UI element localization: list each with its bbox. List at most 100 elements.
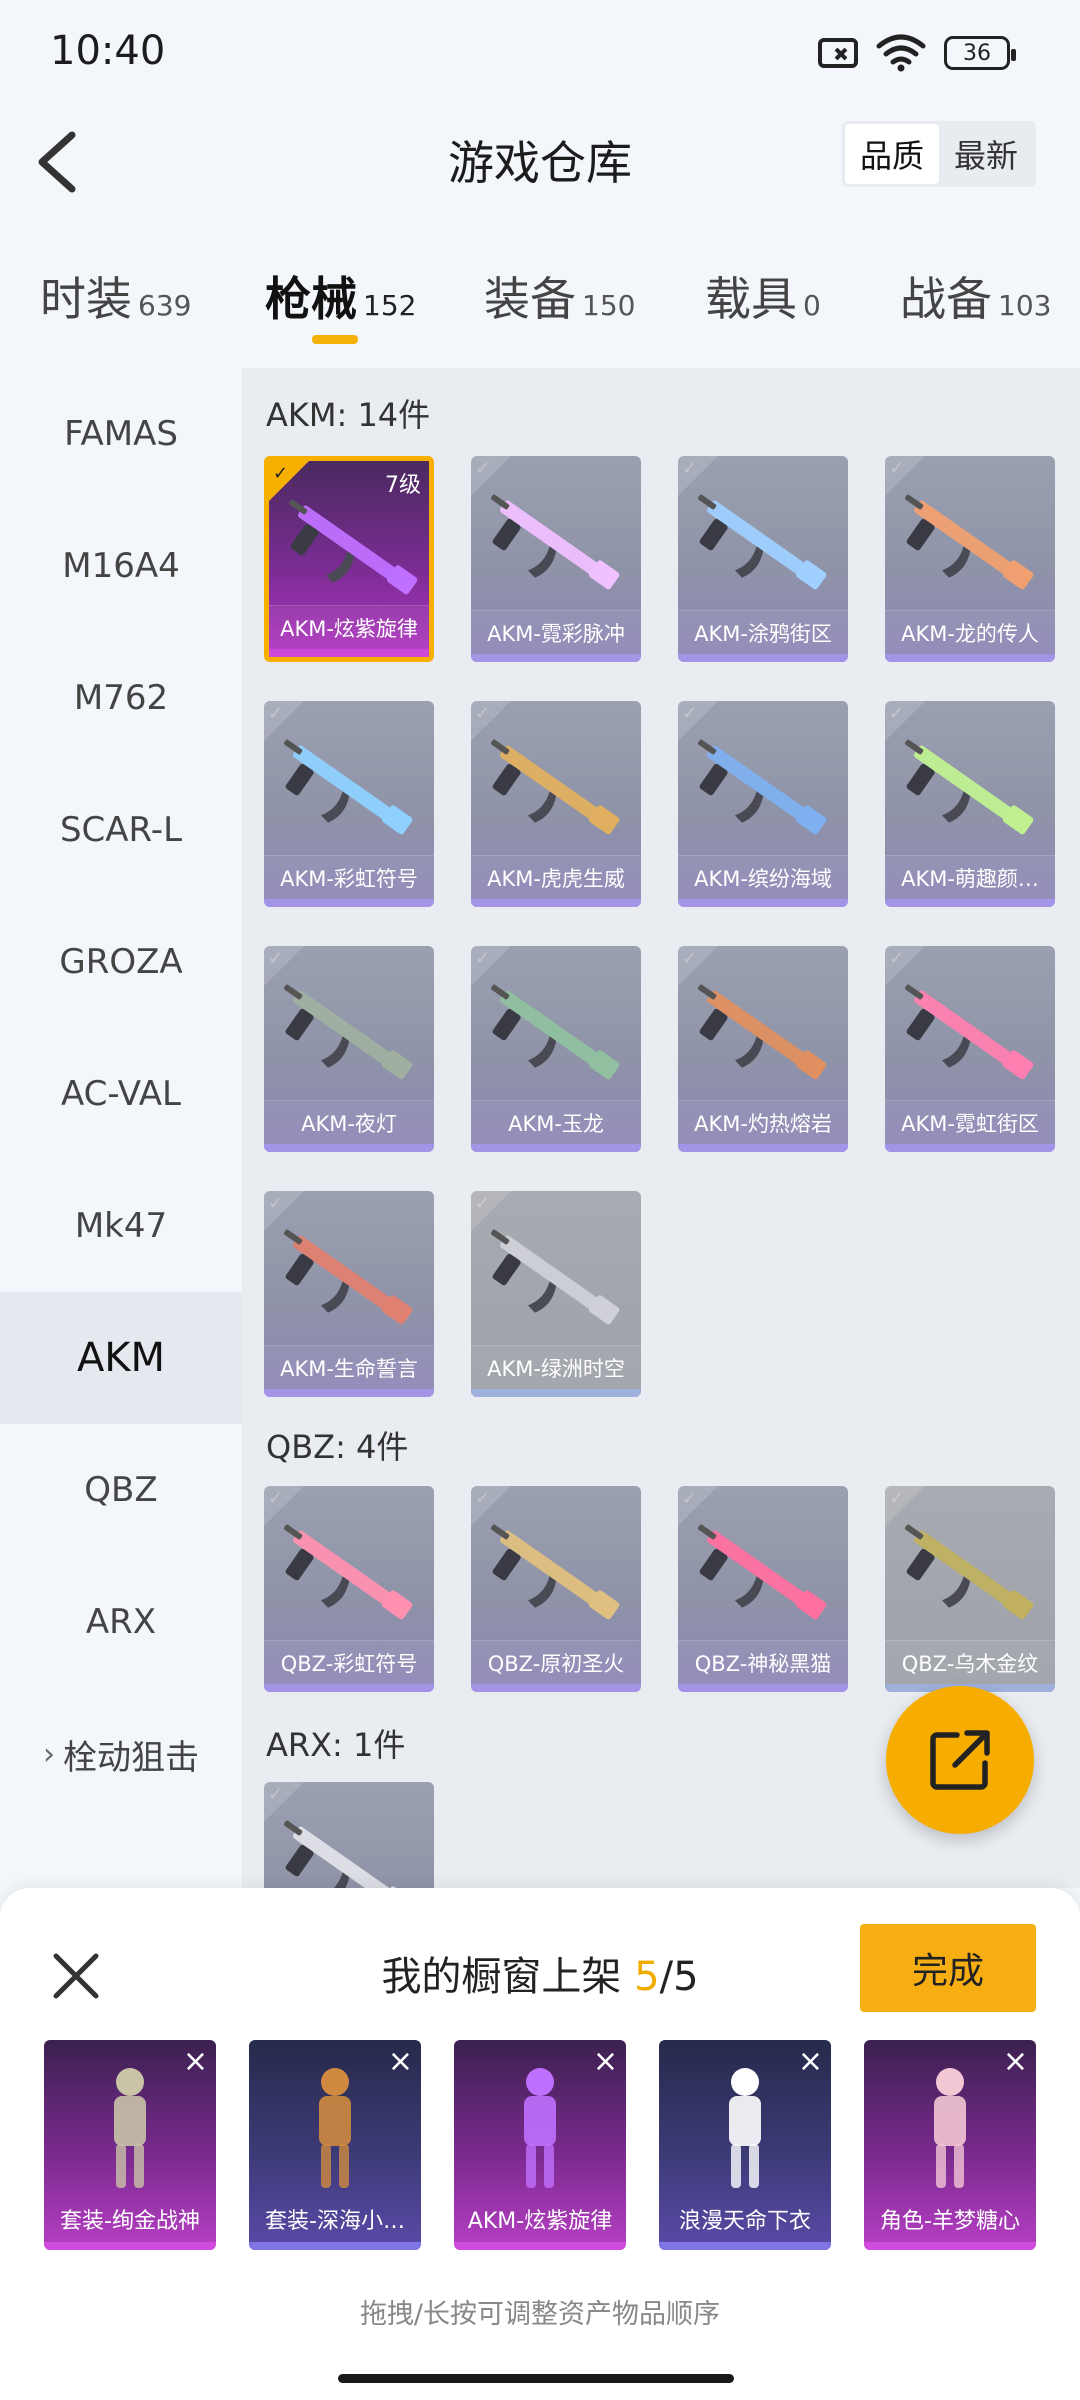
home-indicator[interactable] (338, 2374, 734, 2383)
sidebar-item-label: 栓动狙击 (63, 1737, 199, 1778)
showcase-item-name: 套装-深海小… (265, 2209, 405, 2234)
sidebar-item-m16a4[interactable]: M16A4 (0, 500, 242, 632)
gun-skin-image (895, 966, 1045, 1106)
tab-underline (312, 335, 358, 344)
sidebar-item-m762[interactable]: M762 (0, 632, 242, 764)
tab-count: 639 (138, 289, 192, 322)
skin-card[interactable]: ✓ AKM-绿洲时空 (471, 1191, 641, 1397)
sort-quality-button[interactable]: 品质 (845, 124, 939, 184)
showcase-slot[interactable]: × 套装-绚金战神 (44, 2040, 216, 2250)
item-image (675, 2056, 815, 2196)
showcase-slot[interactable]: × AKM-炫紫旋律 (454, 2040, 626, 2250)
item-image (470, 2056, 610, 2196)
tab-label: 枪械 (265, 272, 357, 326)
skin-card[interactable]: ✓ 7级 AKM-炫紫旋律 (264, 456, 434, 662)
showcase-item-name: AKM-炫紫旋律 (467, 2209, 613, 2234)
section-title-akm: AKM: 14件 (266, 396, 431, 434)
sidebar-item-scar-l[interactable]: SCAR-L (0, 764, 242, 896)
skin-card[interactable]: ✓ AKM-缤纷海域 (678, 701, 848, 907)
skin-name: AKM-虎虎生威 (471, 855, 641, 899)
gun-skin-image (279, 481, 429, 621)
no-sim-icon (818, 38, 858, 68)
tab-supplies[interactable]: 战备 103 (900, 263, 1051, 329)
skin-card[interactable]: ✓ AKM-霓彩脉冲 (471, 456, 641, 662)
skin-card[interactable]: ✓ QBZ-彩虹符号 (264, 1486, 434, 1692)
skin-name: AKM-缤纷海域 (678, 855, 848, 899)
skin-name: AKM-炫紫旋律 (269, 605, 429, 649)
tab-fashion[interactable]: 时装 639 (40, 263, 191, 329)
sidebar-item-akm[interactable]: AKM (0, 1292, 242, 1424)
showcase-sheet: 我的橱窗上架 5/5 完成 × 套装-绚金战神 × 套装-深海小… × AKM-炫紫旋律 ×… (0, 1888, 1080, 2400)
gun-skin-image (274, 966, 424, 1106)
skin-name: AKM-夜灯 (264, 1100, 434, 1144)
skin-name: QBZ-乌木金纹 (885, 1640, 1055, 1684)
showcase-title-text: 我的橱窗上架 (381, 1954, 635, 2000)
battery-icon: 36 (944, 36, 1016, 70)
sidebar-item-ac-val[interactable]: AC-VAL (0, 1028, 242, 1160)
gun-skin-image (481, 1211, 631, 1351)
tab-guns[interactable]: 枪械 152 (265, 263, 416, 329)
showcase-slot[interactable]: × 套装-深海小… (249, 2040, 421, 2250)
gun-skin-image (688, 1506, 838, 1646)
remove-icon[interactable]: × (388, 2044, 413, 2079)
skin-card[interactable]: ✓ QBZ-神秘黑猫 (678, 1486, 848, 1692)
share-button[interactable] (886, 1686, 1034, 1834)
skin-card[interactable]: ✓ AKM-虎虎生威 (471, 701, 641, 907)
section-title-qbz: QBZ: 4件 (266, 1428, 409, 1466)
gun-skin-image (481, 966, 631, 1106)
sort-newest-button[interactable]: 最新 (939, 124, 1033, 184)
item-image (60, 2056, 200, 2196)
tab-count: 103 (998, 289, 1052, 322)
gun-skin-image (274, 1211, 424, 1351)
sidebar-item-bolt-sniper[interactable]: › 栓动狙击 (0, 1688, 242, 1820)
remove-icon[interactable]: × (1003, 2044, 1028, 2079)
reorder-hint: 拖拽/长按可调整资产物品顺序 (359, 2299, 721, 2330)
status-icons: 36 (818, 34, 1016, 72)
remove-icon[interactable]: × (183, 2044, 208, 2079)
skin-card[interactable]: ✓ AKM-彩虹符号 (264, 701, 434, 907)
external-link-icon (930, 1730, 990, 1790)
showcase-slot[interactable]: × 浪漫天命下衣 (659, 2040, 831, 2250)
skin-card[interactable]: ✓ AKM-萌趣颜… (885, 701, 1055, 907)
tab-vehicles[interactable]: 载具 0 (705, 263, 821, 329)
skin-name: AKM-绿洲时空 (471, 1345, 641, 1389)
gun-skin-image (895, 721, 1045, 861)
skin-card[interactable]: ✓ AKM-玉龙 (471, 946, 641, 1152)
skin-card[interactable]: ✓ AKM-生命誓言 (264, 1191, 434, 1397)
sort-toggle: 品质 最新 (842, 121, 1036, 187)
showcase-count: 5 (634, 1954, 660, 2000)
skin-card[interactable]: ✓ AKM-龙的传人 (885, 456, 1055, 662)
remove-icon[interactable]: × (593, 2044, 618, 2079)
skin-card[interactable]: ✓ AKM-涂鸦街区 (678, 456, 848, 662)
done-button[interactable]: 完成 (860, 1924, 1036, 2012)
gun-skin-image (481, 476, 631, 616)
sidebar-item-qbz[interactable]: QBZ (0, 1424, 242, 1556)
category-tabs: 时装 639 枪械 152 装备 150 载具 0 战备 103 (0, 255, 1080, 355)
skin-card[interactable]: ✓ AKM-灼热熔岩 (678, 946, 848, 1152)
skin-card[interactable]: ✓ QBZ-原初圣火 (471, 1486, 641, 1692)
sidebar-item-famas[interactable]: FAMAS (0, 368, 242, 500)
sidebar-item-groza[interactable]: GROZA (0, 896, 242, 1028)
gun-skin-image (895, 476, 1045, 616)
header: 游戏仓库 品质 最新 (0, 105, 1080, 225)
skin-name: AKM-龙的传人 (885, 610, 1055, 654)
showcase-slot[interactable]: × 角色-羊梦糖心 (864, 2040, 1036, 2250)
skin-name: QBZ-神秘黑猫 (678, 1640, 848, 1684)
sidebar-item-arx[interactable]: ARX (0, 1556, 242, 1688)
skin-name: AKM-涂鸦街区 (678, 610, 848, 654)
tab-equipment[interactable]: 装备 150 (484, 263, 635, 329)
sidebar-item-mk47[interactable]: Mk47 (0, 1160, 242, 1292)
tab-count: 152 (363, 289, 417, 322)
skin-card[interactable]: ✓ (264, 1782, 434, 1888)
showcase-item-name: 套装-绚金战神 (60, 2209, 200, 2234)
skin-card[interactable]: ✓ AKM-霓虹街区 (885, 946, 1055, 1152)
skin-name: AKM-彩虹符号 (264, 855, 434, 899)
skin-level-badge: 7级 (385, 473, 421, 498)
skin-card[interactable]: ✓ AKM-夜灯 (264, 946, 434, 1152)
remove-icon[interactable]: × (798, 2044, 823, 2079)
weapon-skin-grid: AKM: 14件 QBZ: 4件 ARX: 1件 ✓ 7级 AKM-炫紫旋律 ✓ AKM… (242, 368, 1080, 1888)
skin-card[interactable]: ✓ QBZ-乌木金纹 (885, 1486, 1055, 1692)
status-bar: 10:40 36 (0, 0, 1080, 105)
wifi-icon (876, 34, 926, 72)
item-image (880, 2056, 1020, 2196)
